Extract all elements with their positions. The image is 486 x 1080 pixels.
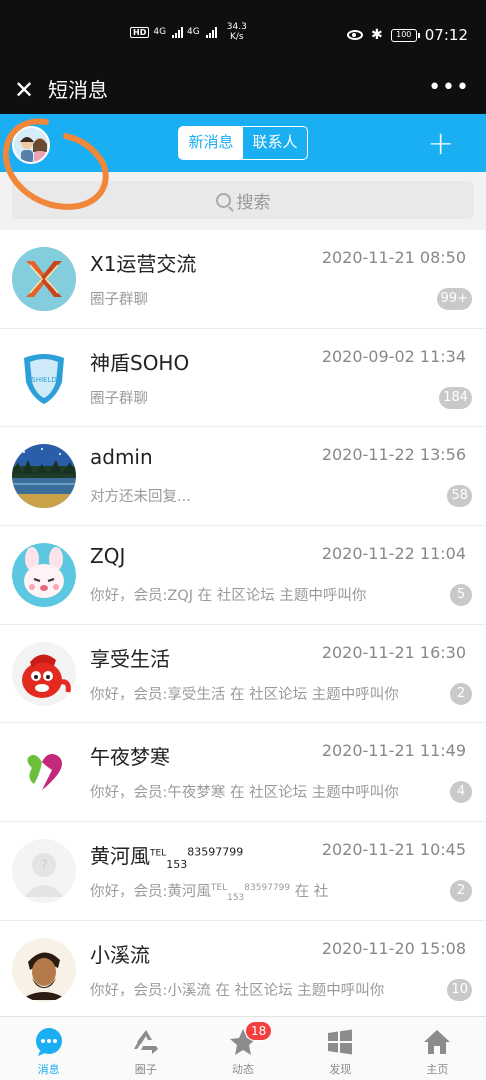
message-header: 新消息 联系人 +: [0, 114, 486, 172]
network-indicators: HD 4G 4G 34.3 K/s: [130, 22, 247, 42]
net-a-label: 4G: [153, 27, 167, 37]
bluetooth-icon: ✱: [371, 27, 383, 43]
unread-badge: 4: [450, 781, 472, 804]
nav-label: 圈子: [134, 1063, 157, 1076]
nav-label: 发现: [329, 1063, 352, 1076]
conversation-time: 2020-11-22 13:56: [321, 445, 466, 465]
conversation-name: 黄河風TEL15383597799: [90, 844, 244, 872]
nav-label: 主页: [426, 1063, 449, 1076]
chat-bubble-icon: [34, 1027, 64, 1057]
search-icon: [215, 192, 231, 208]
avatar: SHIELD: [12, 345, 76, 410]
conversation-name: ZQJ: [90, 544, 126, 569]
conversation-item[interactable]: X1运营交流 2020-11-21 08:50 圈子群聊 99+: [0, 230, 486, 329]
nav-item-circles[interactable]: 圈子: [97, 1017, 194, 1080]
avatar: [12, 937, 76, 1002]
conversation-item[interactable]: 享受生活 2020-11-21 16:30 你好，会员:享受生活 在 社区论坛 …: [0, 625, 486, 724]
conversation-name: X1运营交流: [90, 252, 197, 276]
recycle-icon: [131, 1027, 161, 1057]
conversation-name: 神盾SOHO: [90, 350, 190, 375]
conversation-time: 2020-11-21 16:30: [321, 642, 466, 662]
page-title: 短消息: [48, 78, 108, 102]
hd-icon: HD: [130, 26, 150, 38]
signal-a-icon: [172, 26, 184, 38]
unread-badge: 2: [450, 682, 472, 705]
my-avatar[interactable]: [12, 126, 50, 164]
avatar: [12, 740, 76, 805]
conversation-time: 2020-09-02 11:34: [321, 346, 466, 366]
avatar: [12, 247, 76, 311]
conversation-item[interactable]: admin 2020-11-22 13:56 对方还未回复... 58: [0, 427, 486, 527]
more-icon[interactable]: •••: [428, 77, 470, 99]
status-right: ✱ 100 07:12: [347, 26, 468, 44]
conversation-preview: 你好，会员:小溪流 在 社区论坛 主题中呼叫你: [90, 982, 385, 999]
conversation-preview: 对方还未回复...: [90, 489, 191, 506]
conversation-item[interactable]: ? 黄河風TEL15383597799 2020-11-21 10:45 你好，…: [0, 822, 486, 921]
net-speed-unit: K/s: [229, 32, 244, 42]
conversation-preview: 圈子群聊: [90, 292, 148, 308]
avatar: [12, 641, 76, 706]
conversation-preview: 你好，会员:享受生活 在 社区论坛 主题中呼叫你: [90, 686, 399, 703]
message-tabs: 新消息 联系人: [178, 126, 308, 160]
signal-b-icon: [205, 26, 217, 38]
search-input[interactable]: 搜索: [12, 181, 474, 219]
home-icon: [422, 1027, 452, 1057]
conversation-preview: 你好，会员:午夜梦寒 在 社区论坛 主题中呼叫你: [90, 785, 399, 802]
close-icon[interactable]: ✕: [14, 76, 34, 104]
title-bar: ✕ 短消息 •••: [0, 66, 486, 114]
avatar: ?: [12, 839, 76, 904]
net-speed: 34.3 K/s: [227, 22, 247, 42]
conversation-time: 2020-11-20 15:08: [321, 938, 466, 958]
conversation-time: 2020-11-21 11:49: [321, 741, 466, 761]
bottom-nav: 消息 圈子 18 动态 发现 主页: [0, 1016, 486, 1080]
conversation-name: 小溪流: [90, 942, 150, 967]
conversation-list: X1运营交流 2020-11-21 08:50 圈子群聊 99+ SHIELD …: [0, 230, 486, 1016]
windows-icon: [325, 1027, 355, 1057]
status-bar: HD 4G 4G 34.3 K/s ✱ 100 07:12: [0, 0, 486, 66]
conversation-item[interactable]: 小溪流 2020-11-20 15:08 你好，会员:小溪流 在 社区论坛 主题…: [0, 921, 486, 1016]
conversation-preview: 你好，会员:ZQJ 在 社区论坛 主题中呼叫你: [90, 588, 367, 605]
net-b-label: 4G: [187, 27, 200, 37]
unread-badge: 184: [439, 386, 472, 409]
unread-badge: 5: [450, 584, 472, 607]
net-speed-value: 34.3: [226, 22, 247, 32]
battery-icon: 100: [390, 28, 420, 42]
avatar: [12, 543, 76, 608]
clock: 07:12: [424, 26, 468, 44]
nav-label: 动态: [232, 1063, 254, 1076]
shield-logo-text: SHIELD: [31, 376, 56, 384]
nav-item-home[interactable]: 主页: [389, 1017, 486, 1080]
eye-icon: [347, 30, 364, 40]
tab-new-messages[interactable]: 新消息: [179, 127, 243, 159]
avatar: [12, 444, 76, 509]
conversation-time: 2020-11-21 10:45: [321, 840, 466, 860]
conversation-time: 2020-11-22 11:04: [321, 544, 466, 564]
conversation-time: 2020-11-21 08:50: [321, 248, 466, 267]
conversation-name: 享受生活: [90, 646, 170, 671]
nav-item-activity[interactable]: 18 动态: [194, 1017, 291, 1080]
svg-text:?: ?: [40, 858, 47, 874]
conversation-preview: 圈子群聊: [90, 390, 148, 407]
nav-item-messages[interactable]: 消息: [0, 1017, 97, 1080]
notification-badge: 18: [244, 1021, 273, 1041]
unread-badge: 99+: [436, 288, 472, 310]
conversation-item[interactable]: 午夜梦寒 2020-11-21 11:49 你好，会员:午夜梦寒 在 社区论坛 …: [0, 723, 486, 823]
conversation-item[interactable]: SHIELD 神盾SOHO 2020-09-02 11:34 圈子群聊 184: [0, 329, 486, 428]
search-area: 搜索: [0, 172, 486, 230]
unread-badge: 58: [447, 485, 472, 508]
nav-label: 消息: [37, 1063, 60, 1076]
conversation-item[interactable]: ZQJ 2020-11-22 11:04 你好，会员:ZQJ 在 社区论坛 主题…: [0, 526, 486, 625]
unread-badge: 10: [447, 978, 472, 1001]
conversation-preview: 你好，会员:黄河風TEL15383597799 在 社: [90, 883, 329, 904]
conversation-name: 午夜梦寒: [90, 745, 170, 770]
search-placeholder: 搜索: [236, 192, 271, 213]
unread-badge: 2: [450, 880, 472, 903]
nav-item-discover[interactable]: 发现: [292, 1017, 389, 1080]
tab-contacts[interactable]: 联系人: [243, 127, 307, 159]
add-icon[interactable]: +: [427, 126, 454, 160]
conversation-name: admin: [90, 445, 153, 470]
